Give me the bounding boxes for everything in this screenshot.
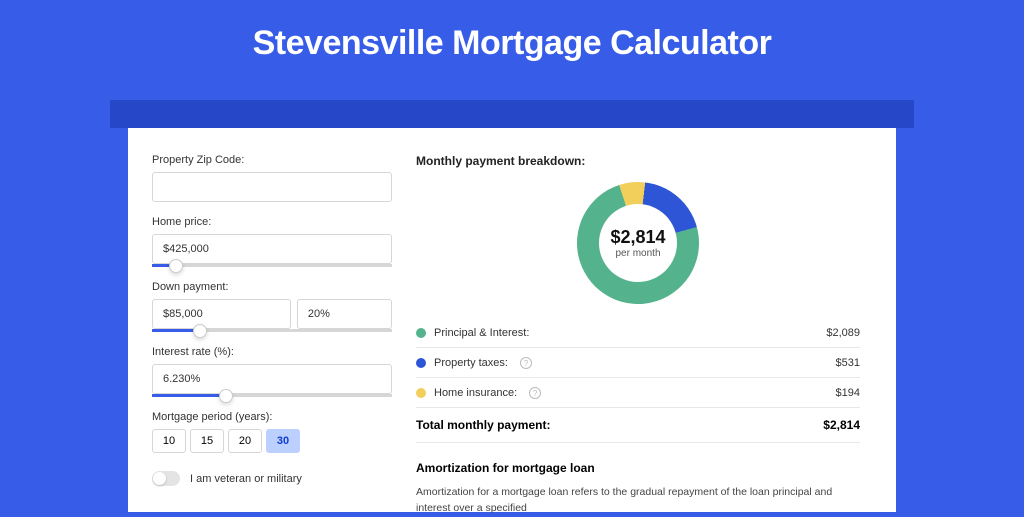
donut-chart: $2,814 per month [577, 182, 699, 304]
down-payment-slider-thumb[interactable] [193, 324, 207, 338]
legend-row-principal: Principal & Interest: $2,089 [416, 318, 860, 347]
legend-row-insurance: Home insurance: ? $194 [416, 378, 860, 407]
home-price-label: Home price: [152, 216, 392, 228]
period-option-20[interactable]: 20 [228, 429, 262, 453]
donut-center: $2,814 per month [599, 204, 677, 282]
info-icon[interactable]: ? [529, 387, 541, 399]
card-shadow-strip [110, 100, 914, 128]
legend-total-row: Total monthly payment: $2,814 [416, 407, 860, 443]
form-panel: Property Zip Code: Home price: Down paym… [152, 154, 392, 512]
rate-input[interactable] [152, 364, 392, 394]
down-payment-label: Down payment: [152, 281, 392, 293]
donut-total-sub: per month [615, 248, 660, 259]
period-option-30[interactable]: 30 [266, 429, 300, 453]
veteran-toggle[interactable] [152, 471, 180, 486]
home-price-block: Home price: [152, 216, 392, 267]
legend-dot-principal [416, 328, 426, 338]
legend-value-taxes: $531 [836, 357, 860, 369]
legend-label-insurance: Home insurance: [434, 387, 517, 399]
veteran-row: I am veteran or military [152, 471, 392, 486]
legend-value-principal: $2,089 [826, 327, 860, 339]
legend-dot-taxes [416, 358, 426, 368]
veteran-label: I am veteran or military [190, 473, 302, 485]
breakdown-panel: Monthly payment breakdown: $2,814 per mo… [416, 154, 860, 512]
page-title: Stevensville Mortgage Calculator [0, 0, 1024, 63]
legend-total-label: Total monthly payment: [416, 418, 550, 432]
legend: Principal & Interest: $2,089 Property ta… [416, 318, 860, 443]
down-payment-pct-input[interactable] [297, 299, 392, 329]
calculator-card: Property Zip Code: Home price: Down paym… [128, 128, 896, 512]
info-icon[interactable]: ? [520, 357, 532, 369]
rate-block: Interest rate (%): [152, 346, 392, 397]
legend-row-taxes: Property taxes: ? $531 [416, 348, 860, 377]
home-price-slider-thumb[interactable] [169, 259, 183, 273]
amortization-title: Amortization for mortgage loan [416, 461, 860, 475]
period-label: Mortgage period (years): [152, 411, 392, 423]
zip-block: Property Zip Code: [152, 154, 392, 202]
rate-slider-thumb[interactable] [219, 389, 233, 403]
period-row: 10 15 20 30 [152, 429, 392, 453]
down-payment-block: Down payment: [152, 281, 392, 332]
legend-total-value: $2,814 [823, 418, 860, 432]
donut-total-value: $2,814 [610, 227, 665, 248]
legend-dot-insurance [416, 388, 426, 398]
breakdown-title: Monthly payment breakdown: [416, 154, 860, 168]
legend-label-principal: Principal & Interest: [434, 327, 529, 339]
zip-label: Property Zip Code: [152, 154, 392, 166]
home-price-input[interactable] [152, 234, 392, 264]
legend-value-insurance: $194 [836, 387, 860, 399]
down-payment-slider[interactable] [152, 329, 392, 332]
home-price-slider[interactable] [152, 264, 392, 267]
rate-label: Interest rate (%): [152, 346, 392, 358]
period-option-10[interactable]: 10 [152, 429, 186, 453]
period-block: Mortgage period (years): 10 15 20 30 [152, 411, 392, 453]
period-option-15[interactable]: 15 [190, 429, 224, 453]
zip-input[interactable] [152, 172, 392, 202]
rate-slider-fill [152, 394, 226, 397]
rate-slider[interactable] [152, 394, 392, 397]
legend-label-taxes: Property taxes: [434, 357, 508, 369]
donut-wrap: $2,814 per month [416, 178, 860, 318]
down-payment-input[interactable] [152, 299, 291, 329]
